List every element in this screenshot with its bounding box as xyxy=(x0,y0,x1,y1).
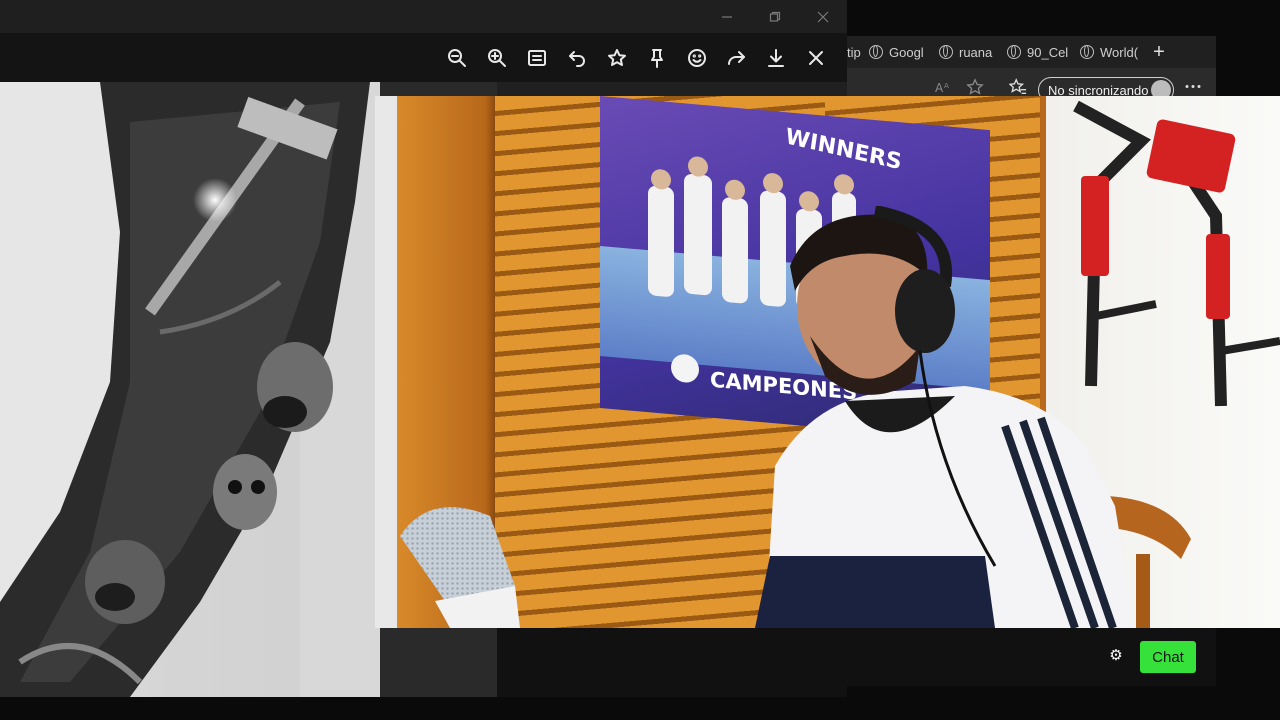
zoom-out-icon xyxy=(448,49,466,67)
tab-ruana[interactable]: ruana xyxy=(939,36,997,68)
tab-label: World( xyxy=(1100,44,1139,60)
zoom-in-button[interactable] xyxy=(482,43,512,73)
share-button[interactable] xyxy=(721,43,751,73)
tab-tip[interactable]: tip xyxy=(847,36,862,68)
slideshow-button[interactable] xyxy=(522,43,552,73)
close-icon xyxy=(817,11,829,22)
emoji-button[interactable] xyxy=(682,43,712,73)
svg-text:A: A xyxy=(935,81,944,94)
favorite-star-icon[interactable] xyxy=(966,78,984,96)
chat-label: Chat xyxy=(1152,648,1184,666)
pin-button[interactable] xyxy=(642,43,672,73)
person-with-headphones xyxy=(755,206,1135,628)
download-button[interactable] xyxy=(761,43,791,73)
viewer-filmstrip xyxy=(497,628,847,697)
globe-icon xyxy=(869,45,883,59)
restore-button[interactable] xyxy=(752,0,798,33)
microphone-image xyxy=(400,507,520,628)
viewer-toolbar xyxy=(0,33,847,82)
gear-icon[interactable]: ⚙ xyxy=(1108,648,1124,664)
plus-icon: + xyxy=(1153,40,1165,63)
tab-label: tip xyxy=(847,44,861,60)
chat-button[interactable]: Chat xyxy=(1140,641,1196,673)
webcam-video: WINNERS CAMPEONES xyxy=(375,96,1280,628)
favorites-list-icon[interactable] xyxy=(1009,78,1027,96)
minimize-button[interactable] xyxy=(704,0,750,33)
close-icon xyxy=(809,51,823,65)
emoji-icon xyxy=(688,49,706,67)
globe-icon xyxy=(939,45,953,59)
close-window-button[interactable] xyxy=(800,0,846,33)
tab-90-cel[interactable]: 90_Cel xyxy=(1007,36,1073,68)
globe-icon xyxy=(1080,45,1094,59)
download-icon xyxy=(768,49,784,67)
tab-google[interactable]: Googl xyxy=(869,36,931,68)
new-tab-button[interactable]: + xyxy=(1149,36,1169,68)
star-icon xyxy=(608,49,626,66)
share-icon xyxy=(728,51,745,65)
read-aloud-icon[interactable]: AA xyxy=(935,80,953,94)
minimize-icon xyxy=(722,15,732,18)
browser-tab-strip: tip Googl ruana 90_Cel World( + xyxy=(847,36,1216,68)
favorite-button[interactable] xyxy=(602,43,632,73)
close-viewer-button[interactable] xyxy=(801,43,831,73)
more-menu-icon[interactable] xyxy=(1185,84,1201,89)
restore-icon xyxy=(769,11,781,22)
slideshow-icon xyxy=(528,50,546,66)
tab-label: 90_Cel xyxy=(1027,44,1069,60)
tab-label: ruana xyxy=(959,44,993,60)
viewer-titlebar xyxy=(0,0,847,33)
rotate-icon xyxy=(569,51,585,67)
zoom-in-icon xyxy=(488,49,506,67)
zoom-out-button[interactable] xyxy=(442,43,472,73)
globe-icon xyxy=(1007,45,1021,59)
rotate-button[interactable] xyxy=(562,43,592,73)
svg-text:A: A xyxy=(944,82,949,90)
tab-label: Googl xyxy=(889,44,924,60)
pin-icon xyxy=(651,49,663,68)
tab-world[interactable]: World( xyxy=(1080,36,1148,68)
